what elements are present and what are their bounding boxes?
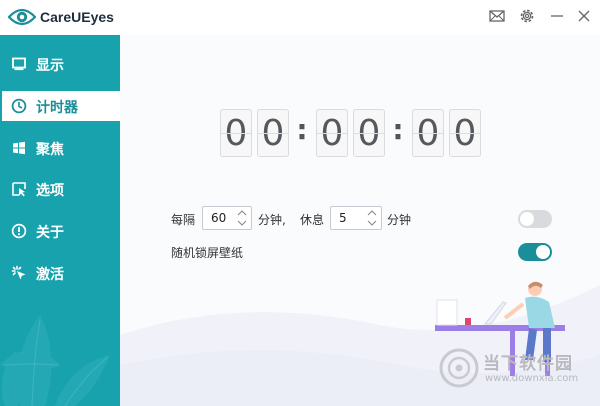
sparkle-icon xyxy=(11,265,26,280)
rest-label: 休息 xyxy=(300,213,325,227)
windows-icon xyxy=(13,141,25,155)
timer-digit: 0 xyxy=(353,109,385,157)
settings-button[interactable] xyxy=(514,4,540,28)
toggle-knob xyxy=(520,212,534,226)
timer-separator: : xyxy=(296,113,308,146)
timer-digit: 0 xyxy=(220,109,252,157)
watermark-name: 当下软件园 xyxy=(483,354,573,374)
timer-digit: 0 xyxy=(316,109,348,157)
chevron-up-icon[interactable] xyxy=(236,208,248,218)
clock-icon xyxy=(11,98,27,114)
rest-stepper[interactable]: 5 xyxy=(330,206,382,230)
eye-logo-icon xyxy=(8,8,36,26)
sidebar-item-options[interactable]: 选项 xyxy=(0,174,120,204)
mail-icon xyxy=(489,10,505,22)
toggle-knob xyxy=(536,245,550,259)
minimize-button[interactable] xyxy=(544,4,570,28)
timer-separator: : xyxy=(392,113,404,146)
minimize-icon xyxy=(551,15,563,17)
sidebar-item-timer[interactable]: 计时器 xyxy=(2,91,120,121)
random-lockscreen-wallpaper-label: 随机锁屏壁纸 xyxy=(171,246,244,260)
sidebar-item-focus[interactable]: 聚焦 xyxy=(0,133,120,163)
close-icon xyxy=(578,10,590,22)
random-wallpaper-toggle[interactable] xyxy=(518,243,552,261)
every-label: 每隔 xyxy=(171,213,196,227)
break-reminder-toggle[interactable] xyxy=(518,210,552,228)
sidebar-item-label: 计时器 xyxy=(36,100,78,116)
monitor-icon xyxy=(12,57,26,71)
timer-digit: 0 xyxy=(257,109,289,157)
minutes-label: 分钟 xyxy=(387,213,412,227)
sidebar-item-display[interactable]: 显示 xyxy=(0,49,120,79)
sidebar-item-label: 选项 xyxy=(36,183,64,199)
sidebar-item-label: 关于 xyxy=(36,225,64,241)
watermark-url: www.downxia.com xyxy=(485,373,579,384)
sidebar-item-label: 激活 xyxy=(36,267,64,283)
downxia-logo-icon xyxy=(439,348,479,388)
mail-button[interactable] xyxy=(484,4,510,28)
chevron-up-icon[interactable] xyxy=(366,208,378,218)
interval-value[interactable]: 60 xyxy=(211,211,226,225)
app-title: CareUEyes xyxy=(40,9,114,25)
sidebar-item-label: 聚焦 xyxy=(36,142,64,158)
chevron-down-icon[interactable] xyxy=(236,218,248,228)
minutes-comma-label: 分钟, xyxy=(258,213,286,227)
sidebar: 显示 计时器 聚焦 选项 关于 激活 xyxy=(0,35,120,406)
timer-digit: 0 xyxy=(412,109,444,157)
timer-panel: 0 0 : 0 0 : 0 0 每隔 60 分钟, 休息 5 分钟 随机锁屏壁纸 xyxy=(120,35,600,406)
chevron-down-icon[interactable] xyxy=(366,218,378,228)
sidebar-item-about[interactable]: 关于 xyxy=(0,216,120,246)
rest-value[interactable]: 5 xyxy=(339,211,347,225)
gear-icon xyxy=(520,9,534,23)
info-icon xyxy=(11,223,27,239)
sidebar-item-activate[interactable]: 激活 xyxy=(0,258,120,288)
cursor-icon xyxy=(12,182,26,197)
interval-stepper[interactable]: 60 xyxy=(202,206,252,230)
title-bar: CareUEyes xyxy=(0,0,600,35)
close-button[interactable] xyxy=(571,4,597,28)
sidebar-item-label: 显示 xyxy=(36,58,64,74)
timer-digit: 0 xyxy=(449,109,481,157)
